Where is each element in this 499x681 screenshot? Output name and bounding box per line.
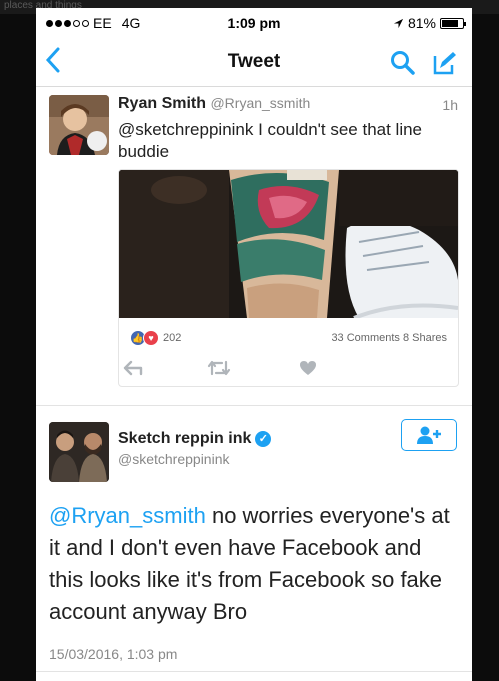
follow-button[interactable] — [401, 419, 457, 451]
battery-icon — [440, 17, 466, 29]
tweet-date: 15/03/2016, 1:03 pm — [49, 646, 178, 662]
card-meta: 👍 ♥ 202 33 Comments 8 Shares — [119, 318, 458, 352]
reaction-count: 202 — [163, 332, 182, 344]
retweet-icon — [207, 360, 231, 376]
tweet-text: @Rryan_ssmith no worries everyone's at i… — [49, 500, 461, 628]
mention-link[interactable]: @Rryan_ssmith — [49, 503, 206, 528]
author-display-name: Ryan Smith — [118, 95, 207, 112]
card-stats[interactable]: 33 Comments 8 Shares — [331, 332, 447, 344]
love-reaction-icon: ♥ — [143, 330, 159, 346]
status-bar: EE 4G 1:09 pm 81% — [36, 8, 472, 38]
avatar-photo — [49, 422, 109, 482]
phone-screen: EE 4G 1:09 pm 81% Tweet Ryan Smith @Rrya… — [36, 8, 472, 681]
search-icon — [391, 51, 415, 75]
location-arrow-icon — [393, 18, 404, 28]
reply-button[interactable] — [123, 360, 143, 381]
retweet-button[interactable] — [207, 360, 231, 381]
avatar[interactable] — [49, 95, 109, 155]
card-actions — [119, 352, 458, 386]
heart-icon — [300, 361, 316, 375]
search-button[interactable] — [390, 50, 416, 81]
add-user-icon — [417, 426, 441, 444]
tweet-text: @sketchreppinink I couldn't see that lin… — [118, 120, 423, 161]
battery-percent: 81% — [407, 15, 436, 31]
nav-bar: Tweet — [36, 38, 472, 87]
media-card[interactable]: 👍 ♥ 202 33 Comments 8 Shares — [118, 169, 459, 387]
main-tweet[interactable]: Sketch reppin ink ✓ @sketchreppinink @Rry… — [36, 406, 472, 672]
compose-button[interactable] — [432, 50, 458, 81]
status-right: 81% — [393, 15, 466, 31]
reply-icon — [123, 360, 143, 376]
like-button[interactable] — [299, 360, 317, 381]
author-handle-row[interactable]: @sketchreppinink — [118, 451, 230, 469]
compose-icon — [433, 52, 456, 75]
reactions[interactable]: 👍 ♥ 202 — [130, 330, 181, 346]
author-name[interactable]: Ryan Smith @Rryan_ssmith — [118, 95, 310, 113]
author-handle: @sketchreppinink — [118, 451, 230, 467]
avatar-photo — [49, 95, 109, 155]
author-display-name: Sketch reppin ink — [118, 430, 252, 447]
tattoo-photo[interactable] — [119, 170, 458, 320]
author-handle: @Rryan_ssmith — [210, 95, 311, 111]
verified-badge-icon: ✓ — [255, 430, 272, 447]
photo-image — [119, 170, 458, 320]
reply-tweet[interactable]: Ryan Smith @Rryan_ssmith 1h @sketchreppi… — [36, 87, 472, 406]
author-name[interactable]: Sketch reppin ink ✓ — [118, 430, 272, 448]
avatar[interactable] — [49, 422, 109, 482]
tweet-time: 1h — [442, 97, 458, 113]
